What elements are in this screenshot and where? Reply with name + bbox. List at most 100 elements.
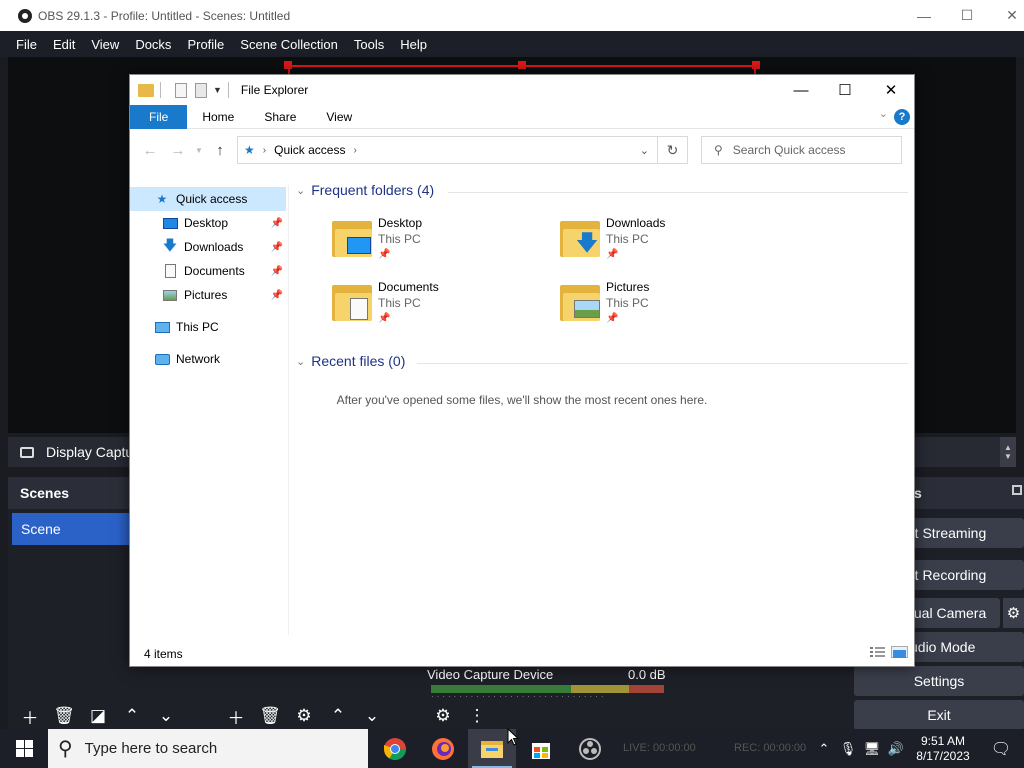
minimize-button[interactable]: —	[901, 0, 947, 31]
start-button[interactable]	[0, 729, 48, 768]
folder-tile-pictures[interactable]: Pictures This PC 📌	[560, 280, 760, 338]
network-icon[interactable]: 🖥	[860, 729, 884, 768]
mixer-menu-dots-icon[interactable]: ⋮	[460, 702, 494, 730]
menu-file[interactable]: File	[16, 37, 37, 52]
remove-scene-trash-icon[interactable]: 🗑	[47, 702, 81, 730]
explorer-close-button[interactable]: ✕	[868, 75, 914, 105]
network-icon	[154, 352, 170, 366]
scene-list-item[interactable]: Scene	[12, 513, 132, 545]
ribbon-tab-home[interactable]: Home	[187, 105, 249, 129]
volume-icon[interactable]: 🔊	[884, 729, 908, 768]
undock-icon[interactable]	[1012, 485, 1022, 495]
explorer-minimize-button[interactable]: —	[778, 75, 824, 105]
address-bar[interactable]: ★ › Quick access › ⌄	[237, 136, 658, 164]
settings-button[interactable]: Settings	[854, 666, 1024, 696]
group-title: Recent files (0)	[311, 353, 406, 369]
advanced-audio-gear-icon[interactable]: ⚙	[426, 702, 460, 730]
close-button[interactable]: ✕	[989, 0, 1024, 31]
resize-handle[interactable]	[518, 61, 526, 69]
taskbar-search-box[interactable]: ⚲ Type here to search	[48, 729, 368, 768]
virtual-camera-settings-gear-icon[interactable]: ⚙	[1003, 598, 1024, 628]
sidebar-item-network[interactable]: Network	[130, 347, 286, 371]
audio-source-name: Video Capture Device	[427, 667, 554, 682]
resize-handle[interactable]	[284, 61, 292, 69]
recent-files-header[interactable]: ⌄ Recent files (0)	[296, 353, 405, 369]
sidebar-item-downloads[interactable]: 🡇 Downloads 📌	[130, 235, 286, 259]
menu-view[interactable]: View	[91, 37, 119, 52]
resize-handle[interactable]	[752, 61, 760, 69]
collapse-chevron-icon[interactable]: ⌄	[296, 184, 305, 197]
taskbar-search-placeholder: Type here to search	[84, 740, 218, 757]
source-properties-gear-icon[interactable]: ⚙	[287, 702, 321, 730]
move-up-icon[interactable]: ⌃	[321, 702, 355, 730]
help-icon[interactable]: ?	[894, 109, 910, 125]
move-down-icon[interactable]: ⌄	[355, 702, 389, 730]
obs-icon[interactable]	[566, 729, 614, 768]
folder-tile-documents[interactable]: Documents This PC 📌	[332, 280, 532, 338]
notifications-icon[interactable]: 🗨	[978, 729, 1024, 768]
properties-icon[interactable]	[175, 82, 187, 98]
customize-toolbar-chevron-icon[interactable]: ▼	[213, 85, 222, 95]
breadcrumb-quick-access[interactable]: Quick access	[274, 143, 345, 157]
firefox-icon[interactable]	[419, 729, 467, 768]
expand-ribbon-chevron-icon[interactable]: ⌄	[879, 107, 888, 120]
menu-profile[interactable]: Profile	[187, 37, 224, 52]
status-item-count: 4 items	[144, 647, 183, 661]
obs-logo-icon	[18, 8, 32, 23]
back-arrow-icon[interactable]: ←	[136, 136, 164, 164]
maximize-button[interactable]: ☐	[944, 0, 990, 31]
move-down-icon[interactable]: ⌄	[149, 702, 183, 730]
menu-scene-collection[interactable]: Scene Collection	[240, 37, 338, 52]
sidebar-item-pictures[interactable]: Pictures 📌	[130, 283, 286, 307]
sidebar-item-this-pc[interactable]: This PC	[130, 315, 286, 339]
scene-filters-icon[interactable]: ◪	[81, 702, 115, 730]
menu-help[interactable]: Help	[400, 37, 427, 52]
pin-icon: 📌	[270, 265, 283, 277]
large-icons-view-icon[interactable]	[891, 646, 908, 658]
add-source-plus-icon[interactable]: ＋	[219, 702, 253, 730]
desktop-folder-icon	[332, 221, 372, 257]
sidebar-item-documents[interactable]: Documents 📌	[130, 259, 286, 283]
spinner-control[interactable]: ▲ ▼	[1000, 437, 1016, 467]
refresh-icon[interactable]: ↻	[658, 136, 688, 164]
ribbon-tab-share[interactable]: Share	[249, 105, 311, 129]
move-up-icon[interactable]: ⌃	[115, 702, 149, 730]
pin-icon: 📌	[270, 217, 283, 229]
explorer-maximize-button[interactable]: ☐	[822, 75, 868, 105]
explorer-titlebar: ▼ File Explorer — ☐ ✕	[130, 75, 914, 105]
remove-source-trash-icon[interactable]: 🗑	[253, 702, 287, 730]
collapse-chevron-icon[interactable]: ⌄	[296, 355, 305, 368]
sidebar-item-quick-access[interactable]: ★ Quick access	[130, 187, 286, 211]
add-scene-plus-icon[interactable]: ＋	[13, 702, 47, 730]
menu-docks[interactable]: Docks	[135, 37, 171, 52]
source-name[interactable]: Display Captu	[46, 444, 133, 460]
forward-arrow-icon[interactable]: →	[164, 136, 192, 164]
show-hidden-icons-chevron-icon[interactable]: ⌃	[812, 729, 836, 768]
search-quick-access-input[interactable]: ⚲ Search Quick access	[701, 136, 902, 164]
up-arrow-icon[interactable]: ↑	[206, 136, 234, 164]
breadcrumb-chevron-icon[interactable]: ›	[353, 145, 356, 156]
store-icon[interactable]	[517, 729, 565, 768]
folder-tile-desktop[interactable]: Desktop This PC 📌	[332, 216, 532, 274]
ribbon-tab-file[interactable]: File	[130, 104, 188, 129]
microphone-icon[interactable]: 🎙	[836, 729, 860, 768]
address-dropdown-chevron-icon[interactable]: ⌄	[640, 144, 649, 157]
frequent-folders-header[interactable]: ⌄ Frequent folders (4)	[296, 182, 434, 198]
recent-locations-chevron-icon[interactable]: ▼	[192, 136, 206, 164]
new-folder-icon[interactable]	[195, 82, 207, 98]
live-status-text: LIVE: 00:00:00	[623, 742, 696, 754]
sidebar-item-desktop[interactable]: Desktop 📌	[130, 211, 286, 235]
exit-button[interactable]: Exit	[854, 700, 1024, 730]
folder-location: This PC	[606, 232, 649, 246]
pane-splitter[interactable]	[288, 185, 289, 635]
breadcrumb-chevron-icon[interactable]: ›	[263, 145, 266, 156]
sidebar-item-label: Documents	[184, 264, 245, 278]
menu-tools[interactable]: Tools	[354, 37, 384, 52]
menu-edit[interactable]: Edit	[53, 37, 75, 52]
folder-name: Pictures	[606, 280, 650, 294]
taskbar-clock[interactable]: 9:51 AM 8/17/2023	[908, 734, 978, 764]
folder-tile-downloads[interactable]: 🡇 Downloads This PC 📌	[560, 216, 760, 274]
chrome-icon[interactable]	[371, 729, 419, 768]
ribbon-tab-view[interactable]: View	[311, 105, 367, 129]
details-view-icon[interactable]	[869, 646, 886, 658]
